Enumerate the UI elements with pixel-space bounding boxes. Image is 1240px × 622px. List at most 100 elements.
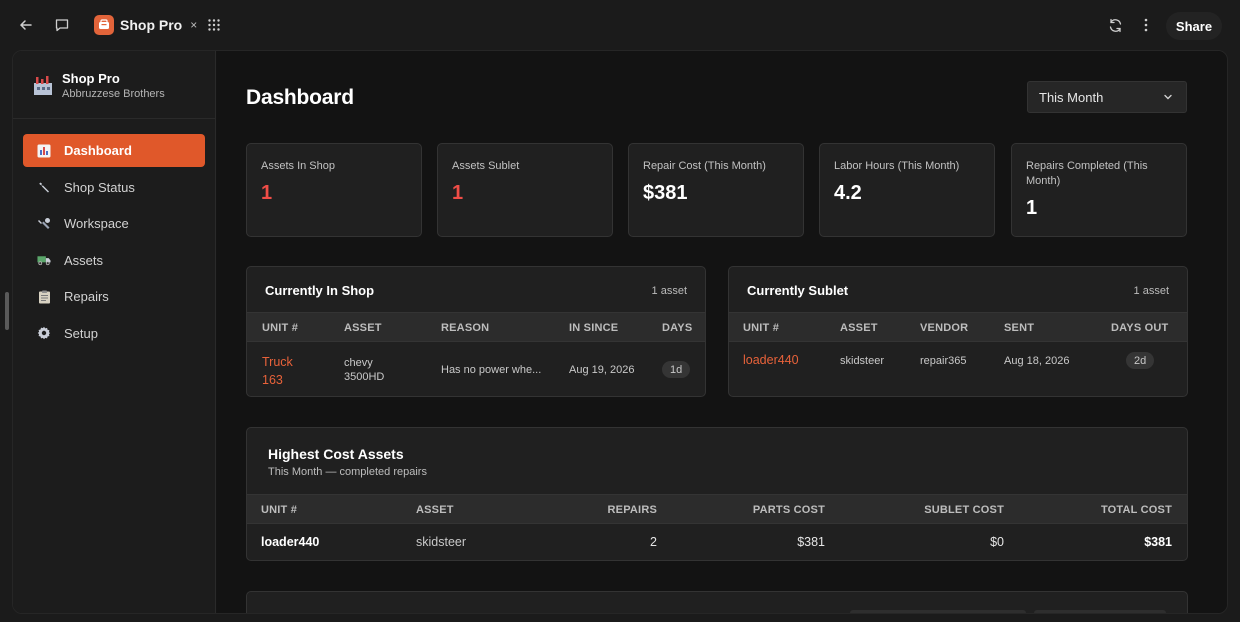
column-header: UNIT # [743, 322, 780, 334]
unit-link[interactable]: loader440 [743, 353, 799, 367]
truck-icon [37, 253, 51, 267]
asset-count: 1 asset [651, 285, 687, 297]
period-select[interactable]: This Month [1027, 81, 1187, 113]
tools-icon [37, 217, 51, 231]
repairs-cell: 2 [650, 535, 657, 549]
stat-card-repairs-completed: Repairs Completed (This Month) 1 [1011, 143, 1187, 237]
reason-cell: Has no power whe... [441, 364, 542, 376]
sidebar-item-label: Shop Status [64, 179, 135, 195]
table-header: UNIT # ASSET REPAIRS PARTS COST SUBLET C… [247, 494, 1187, 524]
column-header: ASSET [840, 322, 878, 334]
sublet-panel: Currently Sublet 1 asset UNIT # ASSET VE… [728, 266, 1188, 397]
stat-card-assets-sublet: Assets Sublet 1 [437, 143, 613, 237]
stat-value: 1 [261, 182, 273, 204]
brand-name: Shop Pro [62, 71, 120, 86]
sidebar-item-label: Workspace [64, 216, 129, 231]
sidebar-item-workspace[interactable]: Workspace [23, 207, 205, 240]
panel-title: Currently In Shop [265, 283, 375, 298]
stat-value: 4.2 [834, 182, 862, 204]
chevron-down-icon [1164, 94, 1172, 100]
app-tab-label: Shop Pro [120, 17, 183, 33]
main-content: Dashboard This Month Assets In Shop 1 As… [217, 51, 1227, 613]
column-header: REPAIRS [607, 504, 657, 516]
sublet-cost-cell: $0 [990, 535, 1004, 549]
stat-label: Repair Cost (This Month) [643, 160, 766, 172]
stat-label: Assets Sublet [452, 160, 520, 172]
app-tab[interactable]: Shop Pro × [94, 14, 197, 36]
browser-toolbar: Shop Pro × Share [0, 0, 1240, 50]
column-header: ASSET [416, 504, 454, 516]
in-shop-panel: Currently In Shop 1 asset UNIT # ASSET R… [246, 266, 706, 397]
sent-cell: Aug 18, 2026 [1004, 355, 1070, 367]
vendor-cell: repair365 [920, 355, 967, 367]
panel-subtitle: This Month — completed repairs [268, 466, 427, 478]
stat-card-assets-in-shop: Assets In Shop 1 [246, 143, 422, 237]
sidebar: Shop Pro Abbruzzese Brothers Dashboard S… [13, 51, 216, 613]
parts-cost-cell: $381 [797, 535, 825, 549]
brand-subtitle: Abbruzzese Brothers [62, 88, 165, 100]
table-header: UNIT # ASSET VENDOR SENT DAYS OUT [729, 312, 1187, 342]
column-header: SUBLET COST [924, 504, 1004, 516]
days-badge: 1d [662, 361, 691, 378]
column-header: ASSET [344, 322, 382, 334]
sidebar-item-label: Setup [64, 325, 98, 341]
panel-title: Highest Cost Assets [268, 446, 404, 462]
next-panel [246, 591, 1188, 613]
sidebar-item-label: Repairs [64, 289, 109, 304]
column-header: PARTS COST [752, 504, 825, 516]
days-out-badge: 2d [1126, 352, 1155, 369]
tab-close-icon[interactable]: × [190, 18, 197, 32]
more-options-icon[interactable] [1135, 14, 1157, 36]
sidebar-item-dashboard[interactable]: Dashboard [23, 134, 205, 167]
chat-icon[interactable] [51, 14, 73, 36]
sidebar-item-repairs[interactable]: Repairs [23, 280, 205, 313]
unit-cell: loader440 [261, 535, 320, 549]
asset-count: 1 asset [1133, 285, 1169, 297]
column-header: UNIT # [262, 322, 299, 334]
sidebar-item-assets[interactable]: Assets [23, 244, 205, 277]
wrench-icon [37, 180, 51, 194]
shop-pro-logo-icon [94, 15, 114, 35]
asset-cell: chevy 3500HD [344, 356, 384, 384]
sidebar-item-label: Dashboard [64, 143, 132, 158]
stat-card-repair-cost: Repair Cost (This Month) $381 [628, 143, 804, 237]
column-header: DAYS [662, 322, 693, 334]
apps-grid-icon[interactable] [203, 14, 225, 36]
stat-label: Labor Hours (This Month) [834, 160, 960, 172]
stat-card-labor-hours: Labor Hours (This Month) 4.2 [819, 143, 995, 237]
stat-label: Repairs Completed (This Month) [1026, 160, 1148, 187]
column-header: SENT [1004, 322, 1035, 334]
highest-cost-panel: Highest Cost Assets This Month — complet… [246, 427, 1188, 561]
period-select-value: This Month [1039, 89, 1104, 105]
sidebar-item-label: Assets [64, 252, 104, 268]
unit-link[interactable]: Truck 163 [262, 353, 293, 389]
share-button[interactable]: Share [1166, 12, 1222, 40]
asset-cell: skidsteer [840, 355, 885, 367]
unit-line-1: Truck [262, 355, 293, 369]
filter-select[interactable] [1034, 610, 1166, 613]
clipboard-icon [37, 290, 51, 304]
stat-cards: Assets In Shop 1 Assets Sublet 1 Repair … [246, 143, 1187, 237]
stat-value: $381 [643, 182, 688, 204]
stat-value: 1 [452, 182, 464, 204]
filter-select[interactable] [850, 610, 1026, 613]
sidebar-item-setup[interactable]: Setup [23, 317, 205, 350]
refresh-icon[interactable] [1104, 14, 1126, 36]
asset-line-1: chevy [344, 357, 373, 369]
total-cost-cell: $381 [1144, 535, 1172, 549]
app-window: Shop Pro Abbruzzese Brothers Dashboard S… [12, 50, 1228, 614]
sidebar-item-shop-status[interactable]: Shop Status [23, 171, 205, 204]
asset-line-2: 3500HD [344, 371, 385, 383]
column-header: IN SINCE [569, 322, 619, 334]
column-header: REASON [441, 322, 490, 334]
page-title: Dashboard [246, 86, 354, 109]
back-arrow-icon[interactable] [15, 14, 37, 36]
stat-value: 1 [1026, 197, 1038, 219]
factory-icon [34, 76, 52, 95]
in-since-cell: Aug 19, 2026 [569, 364, 635, 376]
scrollbar-handle[interactable] [5, 292, 9, 330]
asset-cell: skidsteer [416, 535, 467, 549]
table-header: UNIT # ASSET REASON IN SINCE DAYS [247, 312, 705, 342]
bar-chart-icon [37, 144, 51, 158]
sidebar-nav: Dashboard Shop Status Workspace Assets R… [23, 134, 205, 353]
